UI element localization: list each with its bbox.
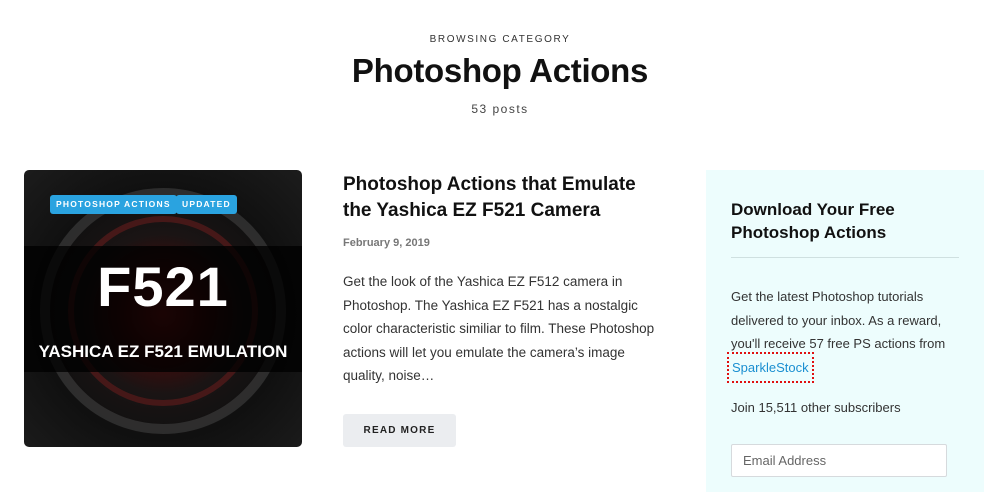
- widget-description: Get the latest Photoshop tutorials deliv…: [727, 285, 971, 383]
- updated-badge: UPDATED: [176, 195, 237, 214]
- page-title: Photoshop Actions: [351, 52, 649, 89]
- thumbnail-sub-text: YASHICA EZ F521 EMULATION: [38, 342, 288, 361]
- category-badge[interactable]: PHOTOSHOP ACTIONS: [50, 195, 177, 214]
- widget-divider: [731, 257, 959, 258]
- widget-title: Download Your Free Photoshop Actions: [731, 200, 895, 242]
- post-title-link[interactable]: Photoshop Actions that Emulate the Yashi…: [343, 172, 663, 224]
- newsletter-widget: Download Your Free Photoshop Actions Get…: [706, 170, 984, 492]
- post-date: February 9, 2019: [343, 237, 430, 249]
- subscriber-count: Join 15,511 other subscribers: [731, 400, 901, 415]
- post-count: 53 posts: [471, 102, 529, 116]
- email-field[interactable]: [731, 444, 947, 477]
- read-more-button[interactable]: READ MORE: [343, 414, 456, 447]
- post-thumbnail[interactable]: F521 YASHICA EZ F521 EMULATION PHOTOSHOP…: [24, 170, 302, 447]
- post-excerpt: Get the look of the Yashica EZ F512 came…: [343, 274, 655, 383]
- sparklestock-link[interactable]: SparkleStock: [727, 351, 814, 383]
- thumbnail-big-text: F521: [97, 255, 229, 318]
- widget-description-text: Get the latest Photoshop tutorials deliv…: [731, 289, 946, 351]
- category-eyebrow: BROWSING CATEGORY: [429, 34, 571, 45]
